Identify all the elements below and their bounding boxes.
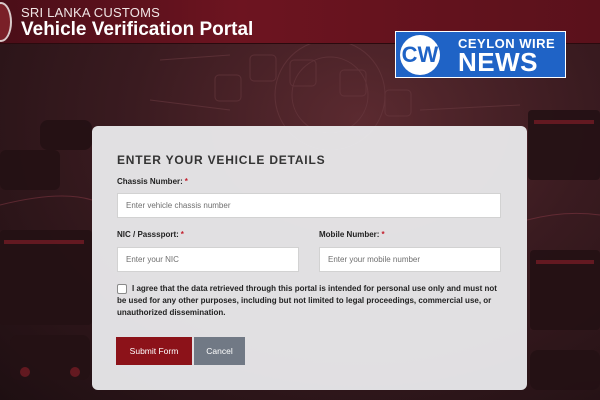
mobile-label-text: Mobile Number: [319,230,380,239]
cancel-button[interactable]: Cancel [194,337,245,365]
chassis-label: Chassis Number: * [117,177,188,186]
form-title: ENTER YOUR VEHICLE DETAILS [117,153,326,167]
chassis-number-input[interactable] [117,193,501,218]
vehicle-details-form: ENTER YOUR VEHICLE DETAILS Chassis Numbe… [92,126,527,390]
badge-bottom-text: NEWS [458,47,538,77]
nic-passport-input[interactable] [117,247,299,272]
agreement-text: I agree that the data retrieved through … [117,284,497,317]
required-marker: * [184,177,188,186]
submit-form-button[interactable]: Submit Form [116,337,192,365]
portal-title: Vehicle Verification Portal [21,19,254,40]
mobile-label: Mobile Number: * [319,230,385,239]
organization-name: SRI LANKA CUSTOMS [21,5,160,20]
nic-label: NIC / Passsport: * [117,230,184,239]
chassis-label-text: Chassis Number: [117,177,183,186]
news-watermark-badge: CW CEYLON WIRE NEWS [395,31,566,78]
nic-label-text: NIC / Passsport: [117,230,179,239]
mobile-number-input[interactable] [319,247,501,272]
cw-logo-icon: CW [400,35,440,75]
required-marker: * [381,230,385,239]
customs-emblem-icon [0,2,12,42]
required-marker: * [180,230,184,239]
